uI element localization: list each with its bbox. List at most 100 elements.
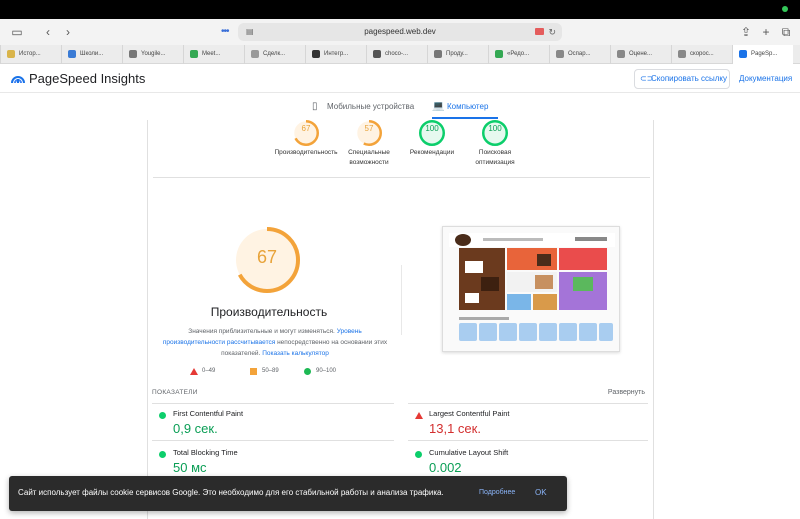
performance-gauge: 67 xyxy=(234,227,300,293)
tab-favicon-icon xyxy=(312,50,320,58)
tab-overview-icon[interactable]: ⧉ xyxy=(778,24,794,40)
bad-status-icon xyxy=(415,412,423,419)
legend-bad: 0–49 xyxy=(190,368,215,375)
good-status-icon xyxy=(159,412,166,419)
copy-link-label: Скопировать ссылку xyxy=(651,74,728,83)
performance-score: 67 xyxy=(256,247,278,267)
category-performance[interactable]: 67 Производительность xyxy=(270,120,342,158)
legend-average-label: 50–89 xyxy=(262,368,279,374)
system-top-bar xyxy=(0,0,800,19)
performance-description: Значения приблизительные и могут изменят… xyxy=(160,326,390,359)
cookie-more-link[interactable]: Подробнее xyxy=(479,489,515,496)
metric-name: First Contentful Paint xyxy=(173,409,244,418)
tab-label: Оцене... xyxy=(629,51,653,57)
tab-mobile[interactable]: ▯ Мобильные устройства xyxy=(312,101,415,112)
score-gauge: 100 xyxy=(482,120,508,146)
copy-link-button[interactable]: ⊂⊃ Скопировать ссылку xyxy=(634,69,730,89)
tab-label: Истор... xyxy=(19,51,41,57)
docs-link[interactable]: Документация xyxy=(739,74,792,83)
divider xyxy=(408,403,648,404)
tab-desktop[interactable]: 💻 Компьютер xyxy=(432,101,489,112)
tab-desktop-label: Компьютер xyxy=(447,102,489,111)
tab-label: Школи... xyxy=(80,51,104,57)
psi-header: PageSpeed Insights ⊂⊃ Скопировать ссылку… xyxy=(0,65,800,93)
browser-tab[interactable]: «Редо... xyxy=(488,45,549,64)
tab-label: PageSp... xyxy=(751,51,778,57)
new-tab-icon[interactable]: + xyxy=(758,24,774,40)
category-label: Производительность xyxy=(274,149,338,156)
cookie-banner: Сайт использует файлы cookie сервисов Go… xyxy=(9,476,567,511)
tab-favicon-icon xyxy=(739,50,747,58)
browser-tab[interactable]: PageSp... xyxy=(732,45,793,64)
tab-label: choco-... xyxy=(385,51,409,57)
square-icon xyxy=(250,368,257,375)
sidebar-icon[interactable]: ▭ xyxy=(9,24,25,40)
forward-icon[interactable]: › xyxy=(60,24,76,40)
browser-tab[interactable]: Meet... xyxy=(183,45,244,64)
category-label: Рекомендации xyxy=(409,149,455,156)
browser-tab[interactable]: Интегр... xyxy=(305,45,366,64)
show-calculator-link[interactable]: Показать калькулятор xyxy=(262,350,329,357)
page-title: PageSpeed Insights xyxy=(29,71,146,86)
category-accessibility[interactable]: 57 Специальные возможности xyxy=(333,120,405,168)
browser-tab[interactable]: скорос... xyxy=(671,45,732,64)
legend-good-label: 90–100 xyxy=(316,368,337,374)
expand-toggle[interactable]: Развернуть xyxy=(608,389,645,396)
tab-mobile-label: Мобильные устройства xyxy=(327,102,415,111)
good-status-icon xyxy=(415,451,422,458)
circle-icon xyxy=(304,368,311,375)
browser-tab[interactable]: Проду... xyxy=(427,45,488,64)
laptop-icon: 💻 xyxy=(432,101,445,112)
category-label: Поисковая оптимизация xyxy=(475,149,515,166)
browser-tab[interactable]: Школи... xyxy=(61,45,122,64)
triangle-icon xyxy=(190,368,198,375)
browser-tab[interactable]: Оспар... xyxy=(549,45,610,64)
metric-name: Total Blocking Time xyxy=(173,448,238,457)
screenshot-image xyxy=(443,227,619,351)
metric-value: 0,9 сек. xyxy=(173,421,218,436)
tab-favicon-icon xyxy=(617,50,625,58)
tab-label: Интегр... xyxy=(324,51,349,57)
share-icon[interactable]: ⇪ xyxy=(738,24,754,40)
tab-label: Проду... xyxy=(446,51,468,57)
score-legend: 0–49 50–89 90–100 xyxy=(190,368,390,378)
tab-favicon-icon xyxy=(678,50,686,58)
score-value: 67 xyxy=(301,124,311,133)
tab-label: скорос... xyxy=(690,51,714,57)
score-value: 57 xyxy=(364,124,374,133)
good-status-icon xyxy=(159,451,166,458)
category-seo[interactable]: 100 Поисковая оптимизация xyxy=(459,120,531,168)
tab-favicon-icon xyxy=(434,50,442,58)
pagespeed-logo-icon xyxy=(11,76,25,84)
browser-tab[interactable]: Истор... xyxy=(0,45,61,64)
divider xyxy=(153,177,650,178)
divider xyxy=(152,440,394,441)
tab-favicon-icon xyxy=(495,50,503,58)
page-settings-icon[interactable]: ▤ xyxy=(246,23,254,41)
cookie-text: Сайт использует файлы cookie сервисов Go… xyxy=(18,488,444,497)
performance-title: Производительность xyxy=(210,305,328,319)
back-icon[interactable]: ‹ xyxy=(40,24,56,40)
more-icon[interactable]: ••• xyxy=(221,26,229,37)
browser-toolbar: ▭ ‹ › ••• ▤ pagespeed.web.dev ↻ ⇪ + ⧉ xyxy=(0,19,800,45)
browser-tab[interactable]: Сделк... xyxy=(244,45,305,64)
extension-icon[interactable] xyxy=(535,28,544,35)
score-gauge: 57 xyxy=(356,120,382,146)
tab-favicon-icon xyxy=(68,50,76,58)
reload-icon[interactable]: ↻ xyxy=(548,23,556,41)
category-best-practices[interactable]: 100 Рекомендации xyxy=(396,120,468,158)
device-tabs: ▯ Мобильные устройства 💻 Компьютер xyxy=(0,97,800,119)
browser-tab[interactable]: Yougile... xyxy=(122,45,183,64)
browser-tab[interactable]: Оцене... xyxy=(610,45,671,64)
tab-label: Meet... xyxy=(202,51,221,57)
vertical-divider xyxy=(401,265,402,335)
tab-label: Yougile... xyxy=(141,51,166,57)
address-bar[interactable]: ▤ pagespeed.web.dev ↻ xyxy=(238,23,562,41)
tab-label: «Редо... xyxy=(507,51,530,57)
browser-tab[interactable]: choco-... xyxy=(366,45,427,64)
tab-bar: Истор... Школи... Yougile... Meet... Сделк..… xyxy=(0,45,800,64)
score-value: 100 xyxy=(488,124,502,133)
divider xyxy=(408,440,648,441)
tab-favicon-icon xyxy=(556,50,564,58)
cookie-ok-button[interactable]: OK xyxy=(535,488,547,497)
